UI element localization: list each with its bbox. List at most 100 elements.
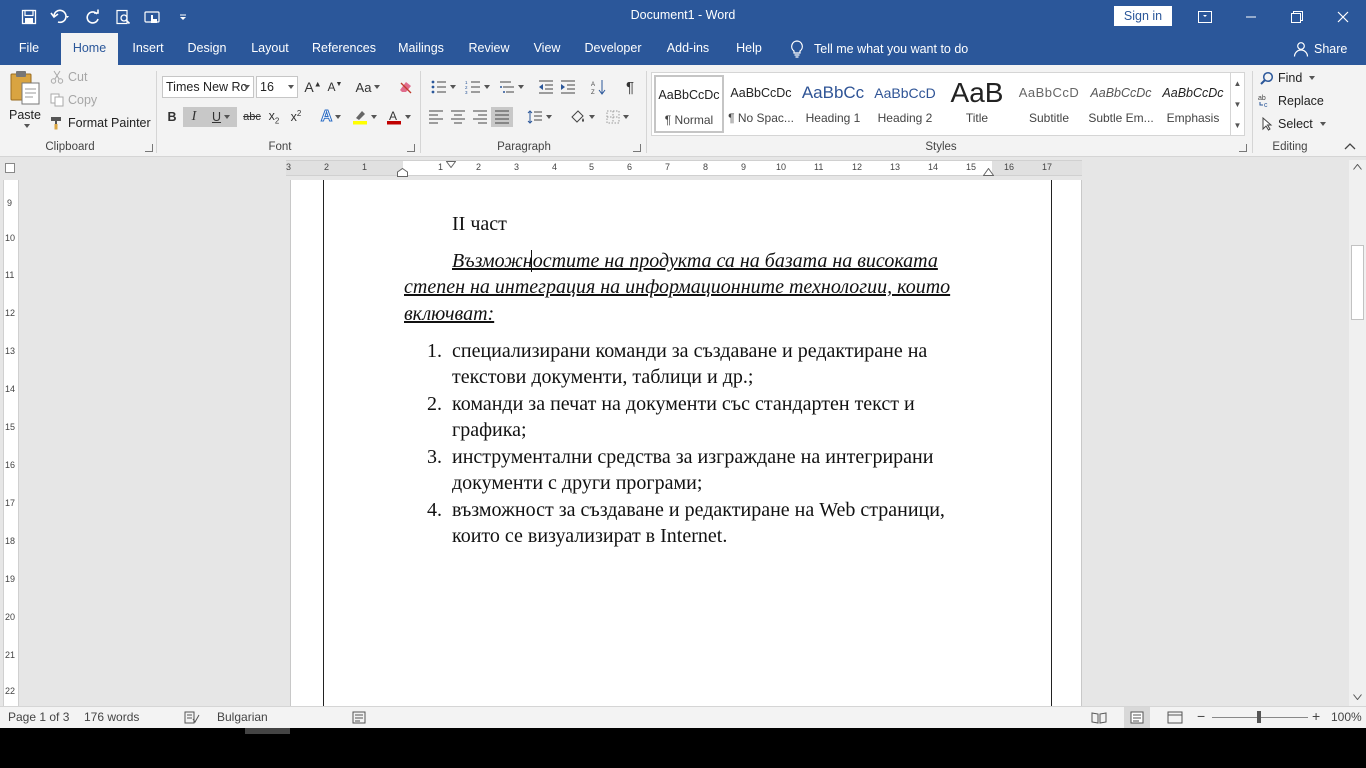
vertical-scrollbar[interactable] — [1349, 160, 1366, 706]
select-button[interactable]: Select — [1260, 117, 1326, 131]
line-spacing-button[interactable] — [523, 107, 555, 127]
text-effects-button[interactable]: A — [316, 107, 346, 127]
list-item-line[interactable]: специализирани команди за създаване и ре… — [452, 340, 927, 363]
zoom-slider-thumb[interactable] — [1257, 711, 1261, 723]
section-heading[interactable]: II част — [452, 213, 507, 236]
subscript-button[interactable]: x2 — [263, 107, 285, 127]
touch-mode-button[interactable] — [138, 0, 168, 33]
list-item-line[interactable]: документи с други програми; — [452, 472, 702, 495]
font-size-box[interactable]: 16 — [256, 76, 298, 98]
save-button[interactable] — [14, 0, 44, 33]
read-mode-icon[interactable] — [1091, 711, 1107, 724]
decrease-indent-button[interactable] — [535, 77, 557, 97]
increase-indent-button[interactable] — [557, 77, 579, 97]
tab-help[interactable]: Help — [729, 33, 769, 65]
font-color-button[interactable]: A — [382, 107, 414, 127]
collapse-ribbon-button[interactable] — [1344, 141, 1356, 151]
tab-file[interactable]: File — [8, 33, 50, 65]
styles-launcher[interactable] — [1239, 144, 1247, 152]
tab-review[interactable]: Review — [464, 33, 514, 65]
style-subtle-emphasis[interactable]: AaBbCcDc Subtle Em... — [1086, 75, 1156, 133]
font-launcher[interactable] — [407, 144, 415, 152]
copy-button[interactable]: Copy — [50, 93, 97, 107]
word-count[interactable]: 176 words — [84, 710, 139, 724]
font-name-box[interactable]: Times New Ro — [162, 76, 254, 98]
tab-view[interactable]: View — [528, 33, 566, 65]
zoom-out-button[interactable]: − — [1197, 708, 1205, 724]
style-heading-1[interactable]: AaBbCc Heading 1 — [798, 75, 868, 133]
tab-insert[interactable]: Insert — [126, 33, 170, 65]
ribbon-display-options-button[interactable] — [1182, 0, 1228, 33]
zoom-in-button[interactable]: + — [1312, 708, 1320, 724]
hanging-indent-marker[interactable] — [397, 168, 408, 177]
show-formatting-button[interactable]: ¶ — [619, 77, 641, 97]
bold-button[interactable]: B — [161, 107, 183, 127]
tab-developer[interactable]: Developer — [579, 33, 647, 65]
format-painter-button[interactable]: Format Painter — [50, 116, 151, 130]
underline-button[interactable]: U — [205, 107, 237, 127]
change-case-button[interactable]: Aa — [353, 77, 383, 97]
multilevel-list-button[interactable] — [496, 77, 526, 97]
print-layout-icon[interactable] — [1129, 711, 1145, 724]
grow-font-button[interactable]: A▲ — [302, 77, 324, 97]
tab-home[interactable]: Home — [61, 33, 118, 65]
customize-qat-button[interactable] — [168, 0, 198, 33]
list-item-line[interactable]: които се визуализират в Internet. — [452, 525, 727, 548]
justify-button[interactable] — [491, 107, 513, 127]
list-item-line[interactable]: текстови документи, таблици и др.; — [452, 366, 753, 389]
numbering-button[interactable]: 123 — [462, 77, 492, 97]
scrollbar-thumb[interactable] — [1351, 245, 1364, 320]
scroll-up-icon[interactable] — [1353, 164, 1362, 170]
close-button[interactable] — [1320, 0, 1366, 33]
undo-button[interactable] — [44, 0, 78, 33]
strikethrough-button[interactable]: abc — [241, 107, 263, 127]
style-no-spacing[interactable]: AaBbCcDc ¶ No Spac... — [726, 75, 796, 133]
align-right-button[interactable] — [469, 107, 491, 127]
tab-references[interactable]: References — [310, 33, 378, 65]
tab-layout[interactable]: Layout — [246, 33, 294, 65]
find-button[interactable]: Find — [1260, 71, 1316, 85]
right-indent-marker[interactable] — [983, 168, 994, 176]
replace-button[interactable]: ab c Replace — [1258, 94, 1324, 108]
list-item-line[interactable]: възможност за създаване и редактиране на… — [452, 499, 945, 522]
tab-mailings[interactable]: Mailings — [393, 33, 449, 65]
zoom-level[interactable]: 100% — [1331, 710, 1362, 724]
scroll-down-icon[interactable] — [1353, 694, 1362, 700]
document-page[interactable]: II част Възможностите на продукта са на … — [290, 180, 1082, 706]
intro-line[interactable]: степен на интеграция на информационните … — [404, 276, 950, 299]
tab-add-ins[interactable]: Add-ins — [660, 33, 716, 65]
proofing-icon[interactable] — [184, 711, 200, 724]
cut-button[interactable]: Cut — [50, 70, 87, 84]
intro-line[interactable]: Възможностите на продукта са на базата н… — [452, 250, 938, 273]
paste-button[interactable]: Paste — [7, 70, 43, 136]
language[interactable]: Bulgarian — [217, 710, 268, 724]
align-left-button[interactable] — [425, 107, 447, 127]
redo-button[interactable] — [78, 0, 108, 33]
tab-design[interactable]: Design — [183, 33, 231, 65]
style-heading-2[interactable]: AaBbCcD Heading 2 — [870, 75, 940, 133]
intro-line[interactable]: включват: — [404, 303, 494, 326]
style-emphasis[interactable]: AaBbCcDc Emphasis — [1158, 75, 1228, 133]
gallery-scroll-down[interactable]: ▼ — [1230, 94, 1244, 115]
clipboard-launcher[interactable] — [145, 144, 153, 152]
align-center-button[interactable] — [447, 107, 469, 127]
style-title[interactable]: AaB Title — [942, 75, 1012, 133]
bullets-button[interactable] — [428, 77, 458, 97]
share-button[interactable]: Share — [1293, 33, 1347, 65]
sign-in-button[interactable]: Sign in — [1114, 6, 1172, 26]
tab-selector[interactable] — [5, 163, 15, 173]
paragraph-launcher[interactable] — [633, 144, 641, 152]
gallery-more[interactable]: ▼ — [1230, 115, 1244, 136]
style-subtitle[interactable]: AaBbCcD Subtitle — [1014, 75, 1084, 133]
restore-button[interactable] — [1274, 0, 1320, 33]
print-preview-button[interactable] — [108, 0, 138, 33]
shrink-font-button[interactable]: A▼ — [324, 77, 346, 97]
page-count[interactable]: Page 1 of 3 — [8, 710, 69, 724]
macro-recording-icon[interactable] — [352, 711, 366, 724]
list-item-line[interactable]: команди за печат на документи със станда… — [452, 393, 915, 416]
list-item-line[interactable]: инструментални средства за изграждане на… — [452, 446, 933, 469]
horizontal-ruler[interactable]: 3 2 1 1 2 3 4 5 6 7 8 9 10 11 12 13 14 1… — [286, 160, 1082, 177]
highlight-color-button[interactable] — [348, 107, 380, 127]
gallery-scroll-up[interactable]: ▲ — [1230, 73, 1244, 94]
list-item-line[interactable]: графика; — [452, 419, 527, 442]
